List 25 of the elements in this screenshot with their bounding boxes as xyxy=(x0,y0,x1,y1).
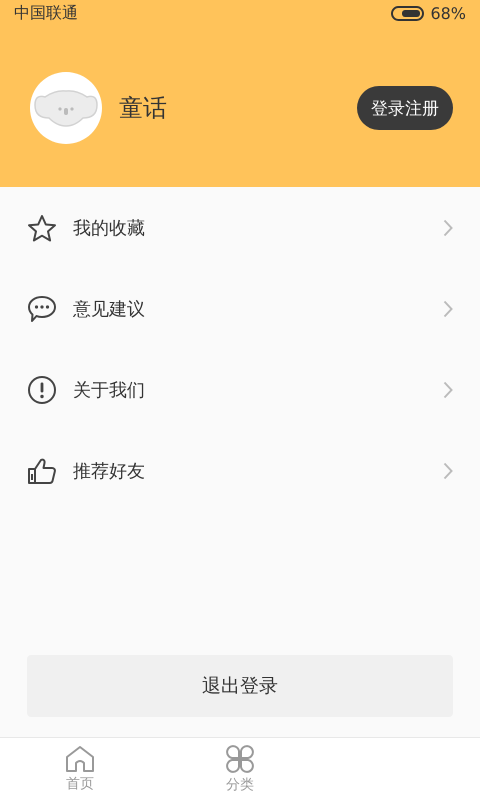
menu-item[interactable]: 关于我们 xyxy=(0,349,480,430)
clover-grid-icon xyxy=(224,744,256,774)
menu-item-label: 意见建议 xyxy=(73,298,146,320)
thumbs-up-icon xyxy=(27,456,57,484)
chevron-right-icon xyxy=(443,462,453,480)
menu-item-label: 推荐好友 xyxy=(73,460,146,482)
battery-percent: 68% xyxy=(430,4,466,22)
home-icon xyxy=(64,745,96,773)
login-register-button[interactable]: 登录注册 xyxy=(357,86,453,130)
chevron-right-icon xyxy=(443,300,453,318)
koala-avatar-icon xyxy=(27,72,105,144)
exclamation-circle-icon xyxy=(27,374,57,404)
menu-item[interactable]: 意见建议 xyxy=(0,268,480,349)
star-icon xyxy=(27,214,57,242)
user-name: 童话 xyxy=(119,93,168,124)
menu-item[interactable]: 推荐好友 xyxy=(0,430,480,511)
chat-bubble-icon xyxy=(27,294,57,322)
battery-icon xyxy=(391,6,424,20)
menu-item-label: 关于我们 xyxy=(73,378,146,402)
chevron-right-icon xyxy=(443,380,453,398)
logout-button[interactable]: 退出登录 xyxy=(27,655,453,717)
menu-item-label: 我的收藏 xyxy=(73,216,146,240)
chevron-right-icon xyxy=(443,218,453,236)
menu-item[interactable]: 我的收藏 xyxy=(0,187,480,268)
carrier-name: 中国联通 xyxy=(14,2,78,24)
